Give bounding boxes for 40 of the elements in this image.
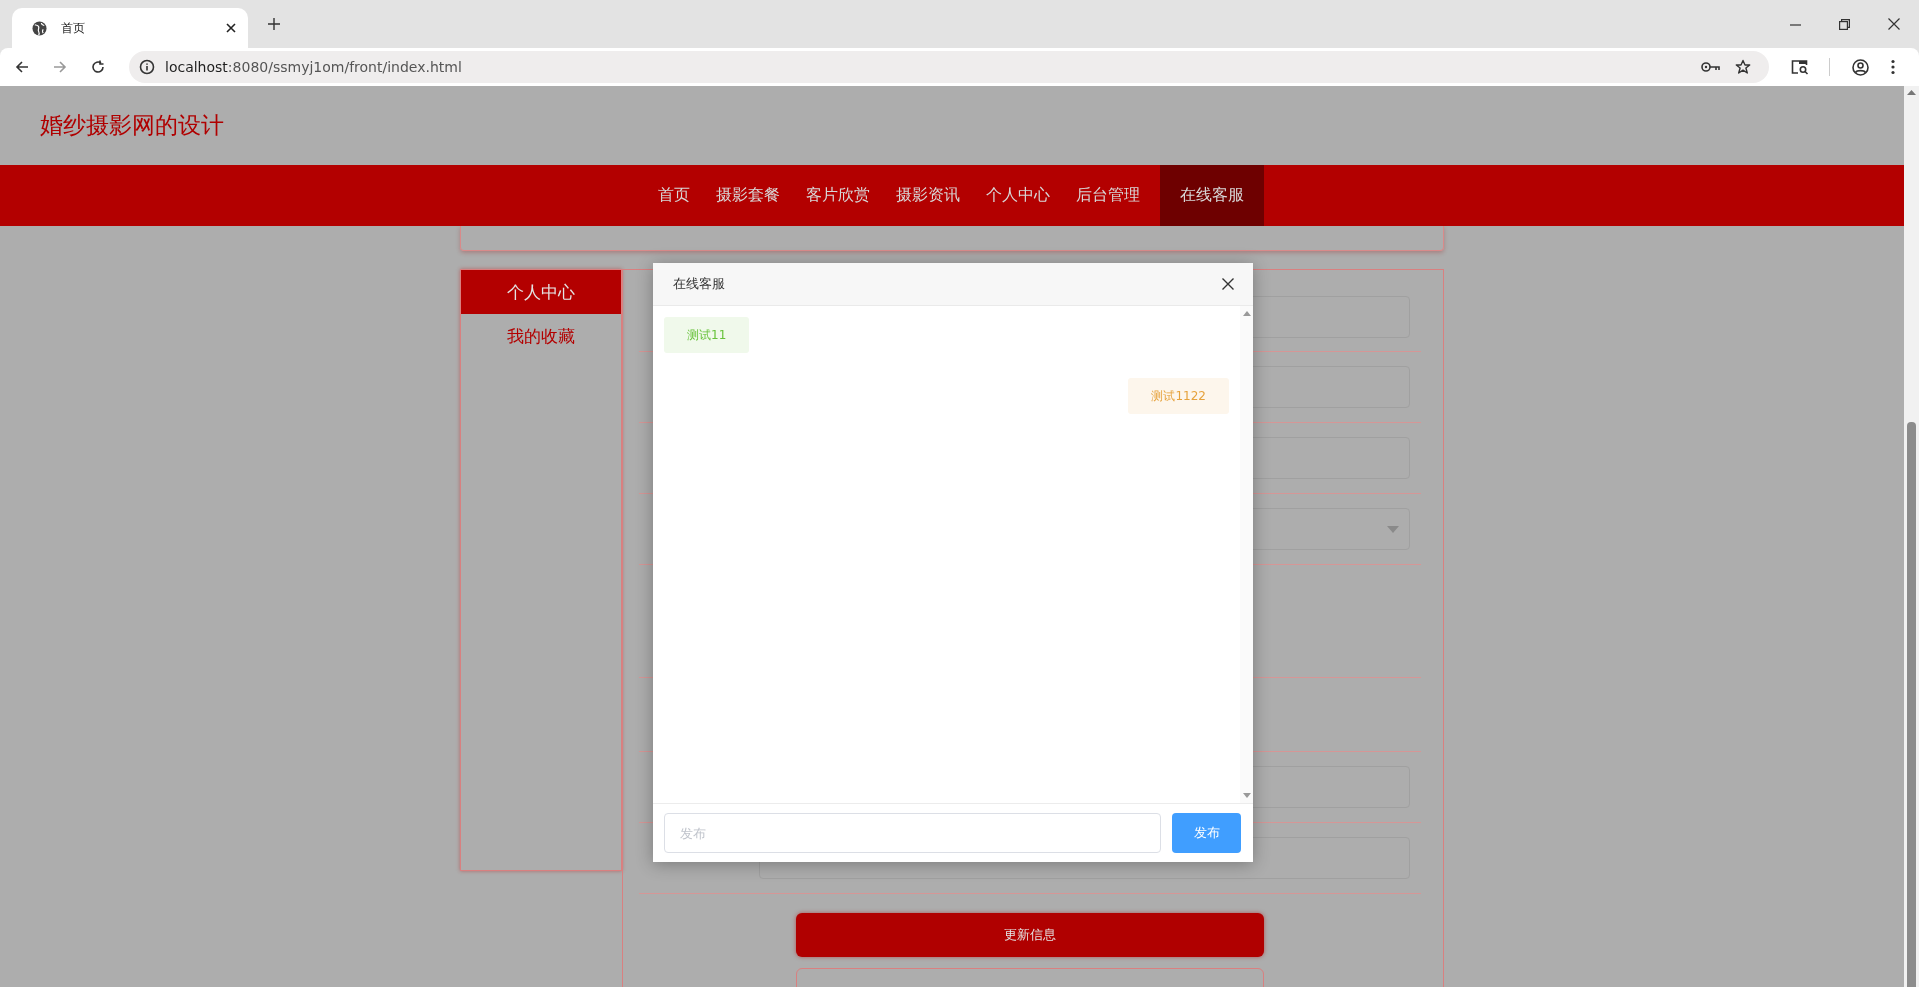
sidebar-item[interactable]: 我的收藏 bbox=[461, 314, 621, 358]
globe-icon bbox=[32, 20, 47, 36]
info-icon bbox=[139, 59, 155, 75]
tab-title: 首页 bbox=[61, 19, 86, 37]
more-icon[interactable] bbox=[1891, 59, 1895, 75]
restore-icon[interactable] bbox=[1839, 18, 1850, 30]
url-text: localhost:8080/ssmyj1om/front/index.html bbox=[165, 59, 462, 75]
caret-icon bbox=[1387, 525, 1399, 533]
nav-link[interactable]: 后台管理 bbox=[1062, 165, 1153, 226]
scrollbar-thumb[interactable] bbox=[1907, 422, 1916, 987]
back-icon[interactable] bbox=[15, 60, 29, 74]
nav-link[interactable]: 客片欣赏 bbox=[792, 165, 883, 226]
plus-icon[interactable] bbox=[268, 18, 280, 30]
message-input[interactable]: 发布 bbox=[664, 813, 1161, 853]
nav-link[interactable]: 摄影套餐 bbox=[702, 165, 793, 226]
close-icon[interactable] bbox=[1222, 278, 1234, 290]
send-button[interactable]: 发布 bbox=[1172, 813, 1241, 853]
key-icon[interactable] bbox=[1701, 61, 1721, 73]
chat-message: 测试11 bbox=[664, 317, 750, 353]
close-icon[interactable] bbox=[1888, 18, 1900, 30]
scroll-up-icon[interactable] bbox=[1907, 90, 1916, 95]
reload-icon[interactable] bbox=[91, 60, 105, 74]
nav-link[interactable]: 个人中心 bbox=[972, 165, 1063, 226]
forward-icon[interactable] bbox=[53, 60, 67, 74]
tab-search-icon[interactable] bbox=[1791, 59, 1809, 75]
star-icon[interactable] bbox=[1735, 59, 1751, 75]
dialog-title: 在线客服 bbox=[673, 275, 725, 293]
nav-link[interactable]: 摄影资讯 bbox=[882, 165, 973, 226]
chat-message: 测试1122 bbox=[1128, 378, 1229, 414]
nav-link[interactable]: 在线客服 bbox=[1159, 165, 1264, 226]
nav-link[interactable]: 首页 bbox=[644, 165, 703, 226]
scroll-down-icon[interactable] bbox=[1242, 793, 1251, 798]
site-title: 婚纱摄影网的设计 bbox=[40, 111, 224, 140]
address-bar[interactable]: localhost:8080/ssmyj1om/front/index.html bbox=[129, 51, 1769, 83]
sidebar-item[interactable]: 个人中心 bbox=[461, 270, 621, 314]
profile-icon[interactable] bbox=[1852, 58, 1869, 76]
close-icon[interactable] bbox=[226, 23, 236, 33]
update-button[interactable]: 更新信息 bbox=[796, 913, 1264, 957]
browser-tab[interactable]: 首页 bbox=[12, 8, 248, 48]
scroll-up-icon[interactable] bbox=[1242, 311, 1251, 316]
